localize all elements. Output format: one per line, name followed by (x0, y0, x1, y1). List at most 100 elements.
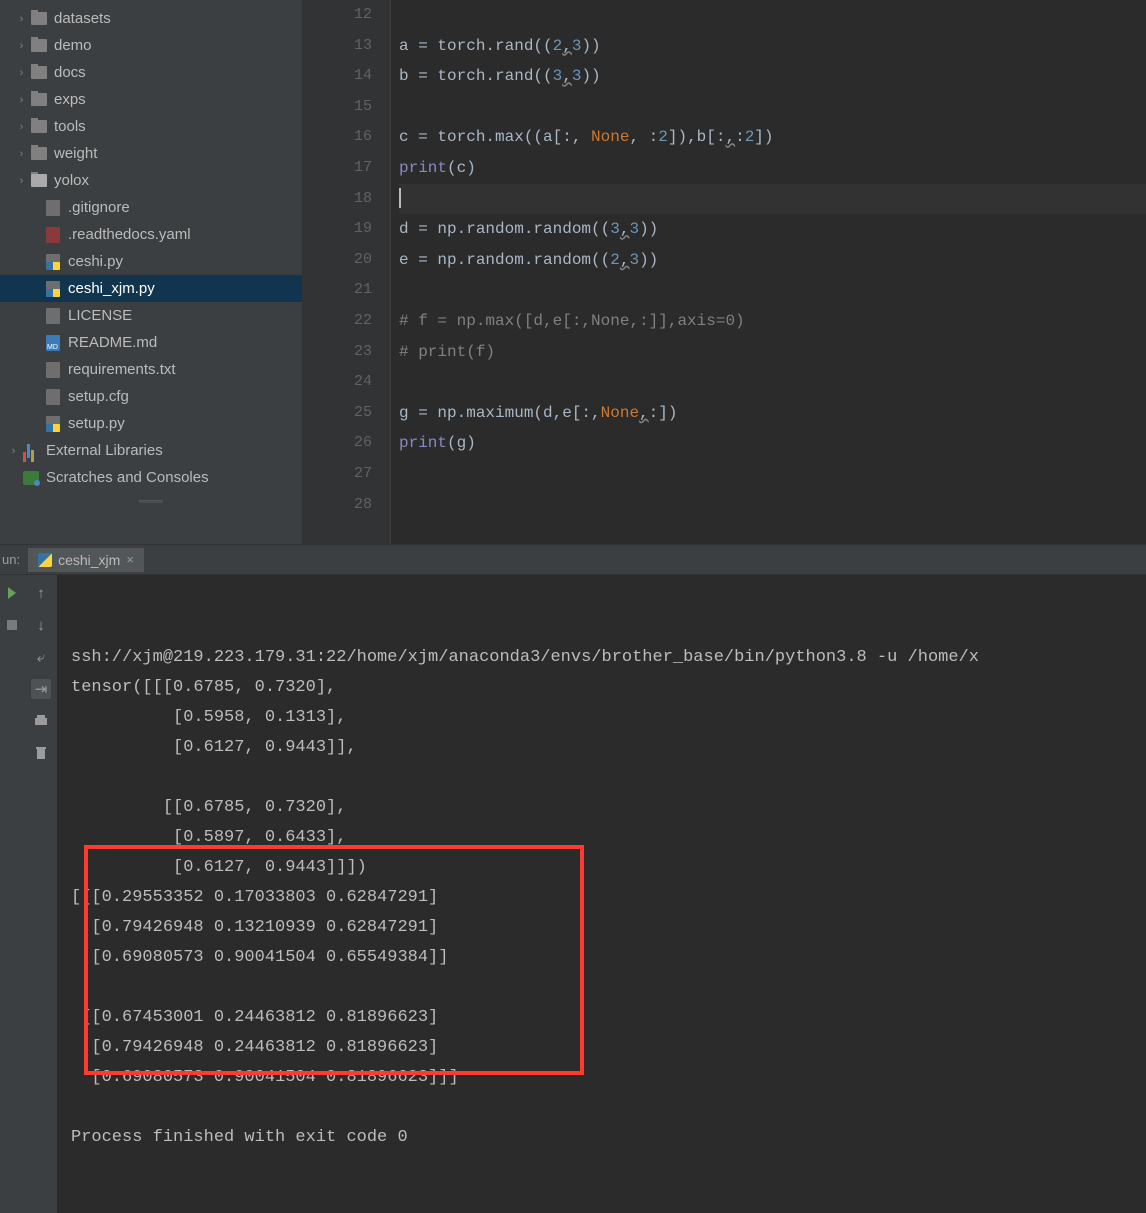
file-item[interactable]: requirements.txt (0, 356, 302, 383)
file-icon (43, 362, 63, 378)
folder-item[interactable]: ›tools (0, 113, 302, 140)
run-tab[interactable]: ceshi_xjm × (28, 548, 144, 572)
folder-icon (29, 66, 49, 79)
file-item[interactable]: ceshi.py (0, 248, 302, 275)
folder-item[interactable]: ›datasets (0, 5, 302, 32)
code-line[interactable]: g = np.maximum(d,e[:,None,:]) (399, 398, 1146, 429)
print-icon[interactable] (31, 711, 51, 731)
py-icon (43, 416, 63, 432)
run-tab-label: ceshi_xjm (58, 552, 120, 568)
folder-icon (29, 12, 49, 25)
folder-item[interactable]: › weight (0, 140, 302, 167)
console-line: [0.79426948 0.24463812 0.81896623] (71, 1033, 1146, 1063)
project-sidebar[interactable]: ›datasets›demo›docs›exps›tools›weight›yo… (0, 0, 303, 544)
run-panel: un: ceshi_xjm × ↑ ↓ ⤶ ⇥ (0, 544, 1146, 1213)
console-line: [0.5897, 0.6433], (71, 823, 1146, 853)
folder-icon (29, 93, 49, 106)
rerun-icon[interactable] (2, 583, 22, 603)
file-item[interactable]: setup.py (0, 410, 302, 437)
tree-item-label: setup.cfg (68, 388, 129, 405)
scroll-to-end-icon[interactable]: ⇥ (31, 679, 51, 699)
code-line[interactable]: c = torch.max((a[:, None, :2]),b[:,:2]) (399, 122, 1146, 153)
run-label: un: (0, 552, 28, 567)
run-tab-bar: un: ceshi_xjm × (0, 545, 1146, 575)
console-line: [[[0.29553352 0.17033803 0.62847291] (71, 883, 1146, 913)
code-line[interactable]: # f = np.max([d,e[:,None,:]],axis=0) (399, 306, 1146, 337)
line-number: 23 (303, 337, 372, 368)
folder-item[interactable]: ›exps (0, 86, 302, 113)
file-item[interactable]: .gitignore (0, 194, 302, 221)
library-icon (21, 444, 41, 458)
code-line[interactable]: d = np.random.random((3,3)) (399, 214, 1146, 245)
soft-wrap-icon[interactable]: ⤶ (31, 647, 51, 667)
code-line[interactable]: e = np.random.random((2,3)) (399, 245, 1146, 276)
code-line[interactable]: print(g) (399, 428, 1146, 459)
file-item[interactable]: LICENSE (0, 302, 302, 329)
code-line[interactable] (399, 367, 1146, 398)
folder-item[interactable]: › docs (0, 59, 302, 86)
tree-item-label: ceshi_xjm.py (68, 280, 155, 297)
chevron-right-icon[interactable]: › (14, 67, 29, 79)
console-line: [0.5958, 0.1313], (71, 703, 1146, 733)
external-libraries[interactable]: › External Libraries (0, 437, 302, 464)
down-arrow-icon[interactable]: ↓ (31, 615, 51, 635)
file-item[interactable]: setup.cfg (0, 383, 302, 410)
code-line[interactable]: b = torch.rand((3,3)) (399, 61, 1146, 92)
folder-item[interactable]: ›yolox (0, 167, 302, 194)
code-line[interactable] (399, 275, 1146, 306)
yaml-icon (43, 227, 63, 243)
console-line: ssh://xjm@219.223.179.31:22/home/xjm/ana… (71, 643, 1146, 673)
py-icon (43, 281, 63, 297)
console-line: [[0.67453001 0.24463812 0.81896623] (71, 1003, 1146, 1033)
tree-item-label: LICENSE (68, 307, 132, 324)
folder-item[interactable]: ›demo (0, 32, 302, 59)
console-line (71, 763, 1146, 793)
code-line[interactable] (399, 184, 1146, 215)
chevron-right-icon[interactable]: › (14, 148, 29, 160)
chevron-right-icon[interactable]: › (14, 175, 29, 187)
console-line: [0.6127, 0.9443]]]) (71, 853, 1146, 883)
code-line[interactable]: print(c) (399, 153, 1146, 184)
line-number: 17 (303, 153, 372, 184)
console-line (71, 973, 1146, 1003)
code-line[interactable] (399, 92, 1146, 123)
code-editor[interactable]: 1213141516171819202122232425262728 a = t… (303, 0, 1146, 544)
chevron-right-icon[interactable]: › (14, 40, 29, 52)
chevron-right-icon[interactable]: › (14, 13, 29, 25)
file-item[interactable]: README.md (0, 329, 302, 356)
code-line[interactable] (399, 459, 1146, 490)
chevron-right-icon[interactable]: › (14, 94, 29, 106)
close-icon[interactable]: × (126, 552, 134, 567)
run-toolbar: ↑ ↓ ⤶ ⇥ (0, 575, 57, 1213)
folder-icon (29, 147, 49, 160)
python-icon (38, 553, 52, 567)
line-number: 20 (303, 245, 372, 276)
tree-item-label: weight (54, 145, 97, 162)
trash-icon[interactable] (31, 743, 51, 763)
sidebar-resize-handle[interactable] (0, 496, 302, 507)
file-item[interactable]: ceshi_xjm.py (0, 275, 302, 302)
code-line[interactable]: a = torch.rand((2,3)) (399, 31, 1146, 62)
tree-item-label: docs (54, 64, 86, 81)
console-line: [0.79426948 0.13210939 0.62847291] (71, 913, 1146, 943)
file-item[interactable]: .readthedocs.yaml (0, 221, 302, 248)
md-icon (43, 335, 63, 351)
code-line[interactable] (399, 490, 1146, 521)
folder-icon (29, 120, 49, 133)
line-number: 28 (303, 490, 372, 521)
tree-item-label: ceshi.py (68, 253, 123, 270)
line-number: 22 (303, 306, 372, 337)
code-area[interactable]: a = torch.rand((2,3))b = torch.rand((3,3… (391, 0, 1146, 544)
code-line[interactable]: # print(f) (399, 337, 1146, 368)
scratch-icon (21, 471, 41, 485)
file-icon (43, 200, 63, 216)
chevron-right-icon[interactable]: › (14, 121, 29, 133)
up-arrow-icon[interactable]: ↑ (31, 583, 51, 603)
console-output[interactable]: ssh://xjm@219.223.179.31:22/home/xjm/ana… (57, 575, 1146, 1213)
file-icon (43, 308, 63, 324)
stop-icon[interactable] (2, 615, 22, 635)
code-line[interactable] (399, 0, 1146, 31)
console-line: tensor([[[0.6785, 0.7320], (71, 673, 1146, 703)
scratches-consoles[interactable]: Scratches and Consoles (0, 464, 302, 491)
line-number: 15 (303, 92, 372, 123)
